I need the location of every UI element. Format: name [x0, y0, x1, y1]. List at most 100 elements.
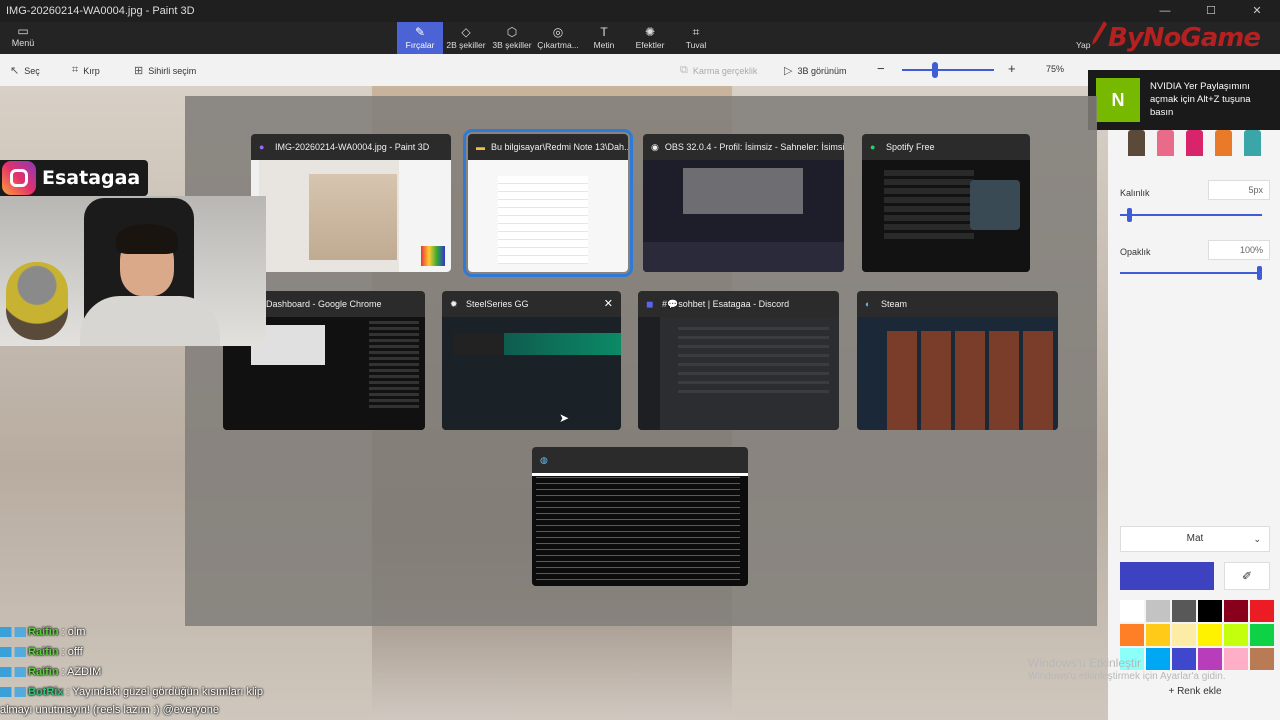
eyedropper-button[interactable]: ✐: [1224, 562, 1270, 590]
preview-album-art: [970, 180, 1020, 230]
activation-subtitle: Windows'u etkinleştirmek için Ayarlar'a …: [1028, 671, 1226, 682]
finish-dropdown[interactable]: Mat ⌄: [1120, 526, 1270, 552]
thickness-slider-thumb[interactable]: [1127, 208, 1133, 222]
opacity-label: Opaklık: [1120, 247, 1151, 257]
color-swatch[interactable]: [1224, 600, 1248, 622]
window-thumbnail-obs[interactable]: ◉ OBS 32.0.4 - Profil: İsimsiz - Sahneler…: [643, 134, 844, 272]
3d-view-icon: ▷: [784, 65, 793, 77]
tab-stickers[interactable]: ◎ Çıkartma...: [535, 22, 581, 54]
color-swatch[interactable]: [1198, 600, 1222, 622]
3d-view-button[interactable]: ▷ 3B görünüm: [784, 64, 847, 77]
preview-scene: [683, 168, 803, 214]
mixed-reality-icon: ⧉: [680, 64, 688, 76]
cursor-icon: ↖: [10, 65, 20, 77]
crop-button[interactable]: ⌗ Kırp: [72, 64, 100, 77]
mixed-reality-button[interactable]: ⧉ Karma gerçeklik: [680, 64, 757, 77]
window-thumbnail-paint3d[interactable]: ● IMG-20260214-WA0004.jpg - Paint 3D: [251, 134, 451, 272]
thickness-input[interactable]: 5px: [1208, 180, 1270, 200]
maximize-button[interactable]: ☐: [1188, 0, 1234, 22]
opacity-slider-track[interactable]: [1120, 272, 1262, 274]
zoom-slider-thumb[interactable]: [932, 62, 938, 78]
streamer-hair: [116, 224, 178, 254]
title-bar: IMG-20260214-WA0004.jpg - Paint 3D — ☐ ✕: [0, 0, 1280, 22]
brush-settings-panel: Kalınlık 5px Opaklık 100% Mat ⌄ ✐ + Renk …: [1108, 86, 1280, 720]
window-thumbnail-discord[interactable]: ◼ #💬sohbet | Esatagaa - Discord: [638, 291, 839, 430]
color-swatch[interactable]: [1146, 600, 1170, 622]
color-swatch[interactable]: [1120, 624, 1144, 646]
window-label: OBS 32.0.4 - Profil: İsimsiz - Sahneler:…: [664, 142, 844, 152]
preview-file-list: [498, 176, 588, 264]
tab-3d-shapes[interactable]: ⬡ 3B şekiller: [489, 22, 535, 54]
preview-header: [532, 473, 748, 476]
menu-button[interactable]: ▭ Menü: [8, 24, 38, 48]
tab-label: Efektler: [635, 40, 665, 50]
opacity-input[interactable]: 100%: [1208, 240, 1270, 260]
zoom-slider-track[interactable]: [902, 69, 994, 71]
window-header: ● IMG-20260214-WA0004.jpg - Paint 3D: [251, 134, 451, 160]
thickness-slider-track[interactable]: [1120, 214, 1262, 216]
color-swatch[interactable]: [1224, 624, 1248, 646]
color-swatch[interactable]: [1250, 648, 1274, 670]
steelseries-icon: ✹: [450, 298, 458, 309]
color-swatch[interactable]: [1172, 600, 1196, 622]
window-header: ◍: [532, 447, 748, 473]
tab-brushes[interactable]: ✎ Fırçalar: [397, 22, 443, 54]
color-swatch[interactable]: [1250, 600, 1274, 622]
color-swatch[interactable]: [1198, 624, 1222, 646]
opacity-slider-thumb[interactable]: [1257, 266, 1262, 280]
close-window-icon[interactable]: ✕: [604, 297, 613, 310]
magic-select-button[interactable]: ⊞ Sihirli seçim: [134, 64, 196, 77]
folder-icon: ▭: [17, 24, 29, 38]
zoom-in-button[interactable]: +: [1008, 61, 1016, 76]
tab-label: 3B şekiller: [492, 40, 532, 50]
window-thumbnail-spotify[interactable]: ● Spotify Free: [862, 134, 1030, 272]
tool-tabs: ✎ Fırçalar ◇ 2B şekiller ⬡ 3B şekiller ◎ Çık…: [397, 22, 719, 54]
oil-brush-icon[interactable]: [1186, 130, 1203, 156]
window-thumbnail-steelseries[interactable]: ✹ SteelSeries GG ✕: [442, 291, 621, 430]
color-swatch[interactable]: [1250, 624, 1274, 646]
select-button[interactable]: ↖ Seç: [10, 64, 40, 77]
tab-effects[interactable]: ✺ Efektler: [627, 22, 673, 54]
calligraphy-brush-icon[interactable]: [1157, 130, 1174, 156]
add-color-label: Renk ekle: [1177, 686, 1222, 697]
color-swatch[interactable]: [1146, 624, 1170, 646]
fill-bucket-icon[interactable]: [1244, 130, 1261, 156]
close-button[interactable]: ✕: [1234, 0, 1280, 22]
instagram-badge: Esatagaa: [0, 160, 149, 196]
window-thumbnail-explorer[interactable]: ▬ Bu bilgisayar\Redmi Note 13\Dah...: [463, 129, 633, 277]
window-header: ✹ SteelSeries GG: [442, 291, 621, 317]
preview-docks: [643, 242, 844, 272]
crayon-brush-icon[interactable]: [1215, 130, 1232, 156]
3d-view-label: 3B görünüm: [797, 65, 847, 76]
color-swatch[interactable]: [1120, 600, 1144, 622]
chat-message: BotRix : Yayındaki güzel gördüğün kısıml…: [0, 686, 263, 698]
zoom-out-button[interactable]: −: [877, 61, 885, 76]
color-swatch[interactable]: [1224, 648, 1248, 670]
sticker-icon: ◎: [552, 25, 564, 39]
tab-canvas[interactable]: ⌗ Tuval: [673, 22, 719, 54]
nvidia-logo-icon: N: [1096, 78, 1140, 122]
steam-icon: ◐: [865, 299, 871, 309]
window-preview: [251, 160, 451, 272]
magic-select-label: Sihirli seçim: [148, 65, 197, 76]
select-label: Seç: [24, 65, 40, 76]
preview-messages: [678, 327, 829, 397]
activation-title: Windows'u Etkinleştir: [1028, 656, 1141, 670]
crop-label: Kırp: [83, 65, 100, 76]
shapes-3d-icon: ⬡: [506, 25, 518, 39]
window-thumbnail-terminal[interactable]: ◍: [532, 447, 748, 586]
text-icon: T: [600, 25, 608, 39]
window-thumbnail-steam[interactable]: ◐ Steam: [857, 291, 1058, 430]
window-preview: [442, 317, 621, 430]
chat-badges-icon: [0, 687, 26, 698]
marker-brush-icon[interactable]: [1128, 130, 1145, 156]
tab-text[interactable]: T Metin: [581, 22, 627, 54]
thickness-label: Kalınlık: [1120, 188, 1150, 198]
minimize-button[interactable]: —: [1142, 0, 1188, 22]
current-color-swatch[interactable]: [1120, 562, 1214, 590]
color-swatch[interactable]: [1172, 624, 1196, 646]
instagram-handle: Esatagaa: [42, 167, 141, 189]
chat-text: : AZDIM: [61, 666, 102, 678]
pen-logo-icon: [1092, 21, 1107, 45]
tab-2d-shapes[interactable]: ◇ 2B şekiller: [443, 22, 489, 54]
